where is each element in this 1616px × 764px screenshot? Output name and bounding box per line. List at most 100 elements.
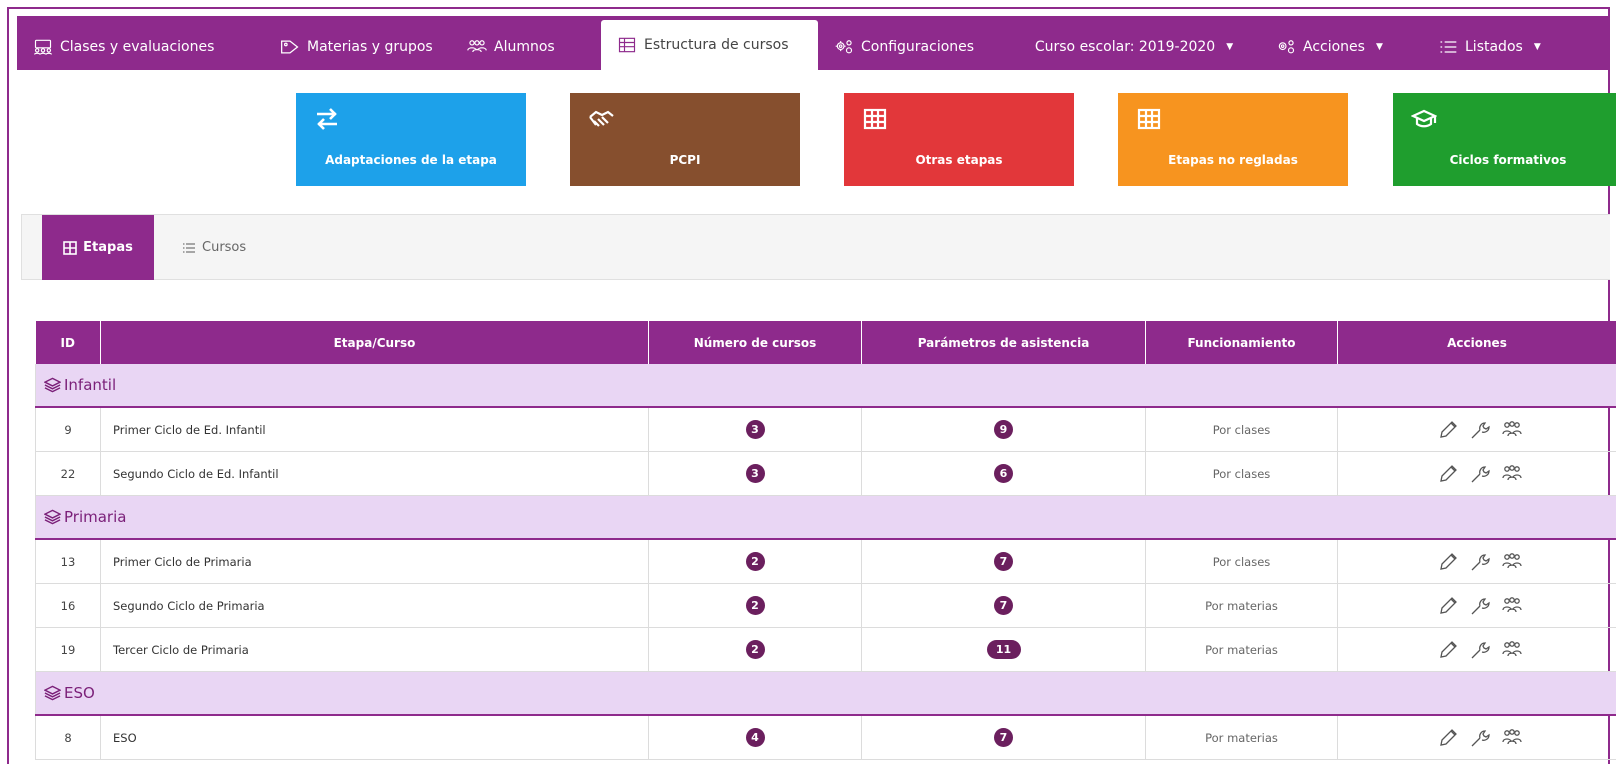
nav-configuraciones[interactable]: Configuraciones	[818, 24, 1008, 70]
pencil-icon[interactable]	[1437, 727, 1459, 749]
nav-alumnos[interactable]: Alumnos	[451, 24, 601, 70]
cell-id: 13	[35, 539, 101, 584]
cell-id: 16	[35, 583, 101, 628]
caret-down-icon: ▼	[1533, 42, 1541, 52]
count-badge[interactable]: 9	[994, 420, 1013, 439]
cell-funcionamiento: Por materias	[1145, 583, 1338, 628]
cell-cursos: 2	[648, 627, 862, 672]
group-row-infantil: Infantil	[35, 364, 1616, 408]
count-badge[interactable]: 7	[994, 552, 1013, 571]
count-badge[interactable]: 6	[994, 464, 1013, 483]
cell-cursos: 3	[648, 407, 862, 452]
wrench-icon[interactable]	[1469, 595, 1491, 617]
listados-dropdown[interactable]: Listados ▼	[1422, 24, 1562, 70]
tile-label: PCPI	[669, 153, 701, 167]
nav-clases-evaluaciones[interactable]: Clases y evaluaciones	[17, 24, 264, 70]
group-row-primaria: Primaria	[35, 495, 1616, 540]
tile-ciclos-formativos[interactable]: Ciclos formativos	[1393, 93, 1616, 186]
nav-label: Estructura de cursos	[644, 37, 789, 53]
users-icon[interactable]	[1501, 419, 1523, 441]
col-header-id: ID	[35, 321, 101, 364]
grid-icon	[63, 240, 77, 255]
users-icon[interactable]	[1501, 727, 1523, 749]
wrench-icon[interactable]	[1469, 551, 1491, 573]
list-icon	[183, 242, 195, 253]
count-badge[interactable]: 11	[986, 640, 1021, 659]
group-cell: Primaria	[35, 495, 1616, 540]
wrench-icon[interactable]	[1469, 639, 1491, 661]
top-navbar: Clases y evaluaciones Materias y grupos …	[17, 16, 1610, 70]
cell-actions	[1337, 715, 1616, 760]
list-icon	[1440, 41, 1457, 53]
nav-label: Materias y grupos	[307, 39, 433, 55]
table-row: 22 Segundo Ciclo de Ed. Infantil 3 6 Por…	[35, 451, 1616, 496]
acciones-dropdown[interactable]: Acciones ▼	[1260, 24, 1422, 70]
wrench-icon[interactable]	[1469, 463, 1491, 485]
count-badge[interactable]: 2	[745, 640, 765, 659]
users-icon[interactable]	[1501, 595, 1523, 617]
cell-name: Primer Ciclo de Primaria	[100, 539, 649, 584]
tab-etapas[interactable]: Etapas	[42, 215, 154, 280]
tile-label: Adaptaciones de la etapa	[325, 153, 497, 167]
count-badge[interactable]: 2	[745, 552, 765, 571]
cell-name: Tercer Ciclo de Primaria	[100, 627, 649, 672]
cell-actions	[1337, 627, 1616, 672]
users-icon[interactable]	[1501, 639, 1523, 661]
cell-funcionamiento: Por clases	[1145, 539, 1338, 584]
nav-label: Configuraciones	[861, 39, 975, 55]
cell-name: ESO	[100, 715, 649, 760]
acciones-label: Acciones	[1303, 39, 1365, 55]
cell-actions	[1337, 539, 1616, 584]
cell-asistencia: 11	[861, 627, 1146, 672]
group-row-eso: ESO	[35, 671, 1616, 716]
count-badge[interactable]: 3	[745, 464, 765, 483]
count-badge[interactable]: 4	[745, 728, 765, 747]
pencil-icon[interactable]	[1437, 595, 1459, 617]
nav-estructura-cursos[interactable]: Estructura de cursos	[601, 20, 818, 70]
cell-actions	[1337, 451, 1616, 496]
count-badge[interactable]: 2	[745, 596, 765, 615]
pencil-icon[interactable]	[1437, 463, 1459, 485]
cell-asistencia: 6	[861, 451, 1146, 496]
tile-etapas-no-regladas[interactable]: Etapas no regladas	[1118, 93, 1348, 186]
handshake-icon	[589, 110, 614, 127]
col-header-asistencia: Parámetros de asistencia	[861, 321, 1146, 364]
cell-asistencia: 7	[861, 583, 1146, 628]
count-badge[interactable]: 7	[994, 596, 1013, 615]
cell-cursos: 2	[648, 539, 862, 584]
count-badge[interactable]: 7	[994, 728, 1013, 747]
users-icon[interactable]	[1501, 463, 1523, 485]
pencil-icon[interactable]	[1437, 639, 1459, 661]
cell-id: 9	[35, 407, 101, 452]
group-label: Primaria	[64, 508, 127, 526]
tab-cursos[interactable]: Cursos	[170, 215, 258, 280]
count-badge[interactable]: 3	[745, 420, 765, 439]
table-icon	[618, 37, 636, 53]
table-row: 19 Tercer Ciclo de Primaria 2 11 Por mat…	[35, 627, 1616, 672]
cell-actions	[1337, 407, 1616, 452]
tile-pcpi[interactable]: PCPI	[570, 93, 800, 186]
tile-adaptaciones[interactable]: Adaptaciones de la etapa	[296, 93, 526, 186]
nav-materias-grupos[interactable]: Materias y grupos	[264, 24, 451, 70]
school-year-dropdown[interactable]: Curso escolar: 2019-2020 ▼	[1008, 24, 1260, 70]
tile-otras-etapas[interactable]: Otras etapas	[844, 93, 1074, 186]
nav-label: Clases y evaluaciones	[60, 39, 215, 55]
tab-label: Etapas	[83, 240, 133, 255]
tile-label: Otras etapas	[915, 153, 1003, 167]
cell-id: 22	[35, 451, 101, 496]
grid-icon	[863, 108, 887, 130]
caret-down-icon: ▼	[1226, 42, 1234, 52]
table-row: 8 ESO 4 7 Por materias	[35, 715, 1616, 760]
nav-label: Alumnos	[494, 39, 555, 55]
pencil-icon[interactable]	[1437, 551, 1459, 573]
pencil-icon[interactable]	[1437, 419, 1459, 441]
school-year-label: Curso escolar: 2019-2020	[1034, 39, 1216, 55]
users-icon[interactable]	[1501, 551, 1523, 573]
wrench-icon[interactable]	[1469, 419, 1491, 441]
wrench-icon[interactable]	[1469, 727, 1491, 749]
cell-id: 8	[35, 715, 101, 760]
listados-label: Listados	[1465, 39, 1523, 55]
layers-icon	[43, 377, 62, 393]
group-cell: ESO	[35, 671, 1616, 716]
col-header-acciones: Acciones	[1337, 321, 1616, 364]
